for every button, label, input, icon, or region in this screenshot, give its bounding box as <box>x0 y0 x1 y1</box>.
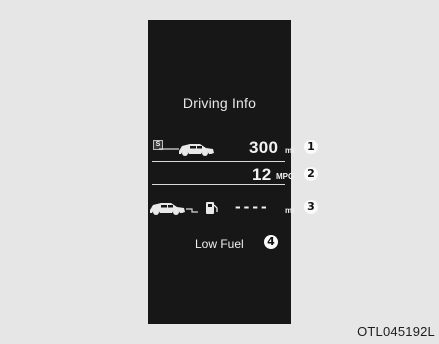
driving-info-display: Driving Info S 300 mi 1 12 MPG 2 ---- mi… <box>148 20 318 324</box>
low-fuel-warning: Low Fuel <box>195 237 244 251</box>
low-fuel-label: Low Fuel <box>195 237 244 251</box>
car-fuel-icon <box>150 202 218 215</box>
display-title: Driving Info <box>182 95 257 111</box>
distance-to-empty-value: ---- <box>235 197 270 216</box>
fuel-economy-row: 12 MPG 2 <box>148 165 318 185</box>
fuel-economy-value: 12 <box>252 165 272 184</box>
trip-distance-unit: mi <box>285 146 295 155</box>
figure-page: Driving Info S 300 mi 1 12 MPG 2 ---- mi… <box>0 0 439 344</box>
distance-to-empty-row: ---- mi 3 <box>148 197 318 218</box>
figure-code-label: OTL045192L <box>357 324 435 339</box>
callout-4-icon: 4 <box>264 235 278 249</box>
divider-2 <box>152 184 285 185</box>
fuel-economy-unit: MPG <box>276 172 295 181</box>
distance-to-empty-unit: mi <box>285 206 295 215</box>
trip-distance-row: S 300 mi 1 <box>148 138 318 158</box>
callout-2-icon: 2 <box>304 167 318 181</box>
car-icon <box>159 144 214 156</box>
divider-1 <box>152 161 285 162</box>
trip-distance-value: 300 <box>249 138 279 157</box>
callout-3-icon: 3 <box>304 200 318 214</box>
callout-1-icon: 1 <box>304 140 318 154</box>
